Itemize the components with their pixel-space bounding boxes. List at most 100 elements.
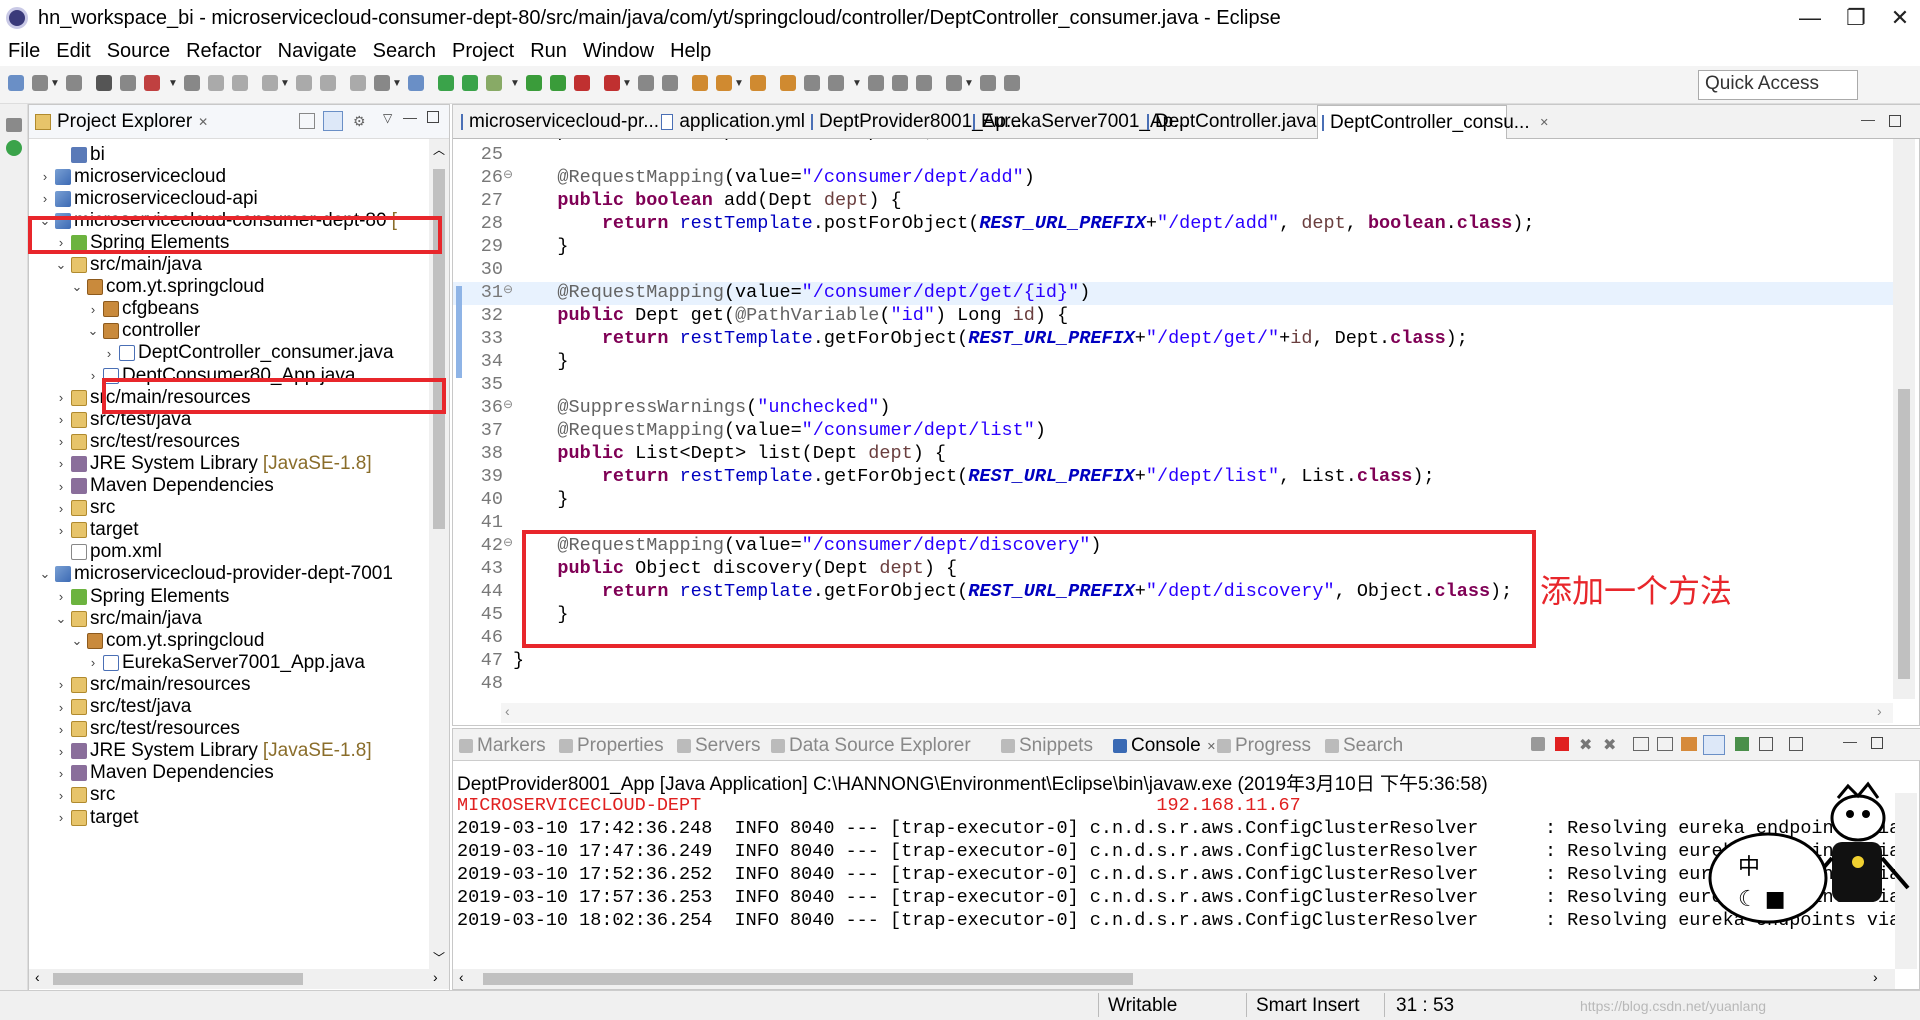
code-line[interactable]: 29 } <box>453 236 1893 259</box>
toolbar-button-icon[interactable] <box>574 75 590 91</box>
toolbar-button-icon[interactable] <box>208 75 224 91</box>
spring-icon[interactable] <box>6 140 22 156</box>
dropdown-arrow-icon[interactable]: ▼ <box>734 78 744 89</box>
expand-toggle-icon[interactable]: › <box>53 810 69 825</box>
code-line[interactable]: 31 ⊖ @RequestMapping(value="/consumer/dep… <box>453 282 1893 305</box>
toolbar-button-icon[interactable] <box>408 75 424 91</box>
filter-icon[interactable]: ⚙ <box>353 113 369 129</box>
code-line[interactable]: 33 return restTemplate.getForObject(REST… <box>453 328 1893 351</box>
clear-console-icon[interactable] <box>1633 737 1649 751</box>
toolbar-button-icon[interactable] <box>66 75 82 91</box>
expand-toggle-icon[interactable]: › <box>37 169 53 184</box>
remove-launch-icon[interactable]: ✖ <box>1579 735 1592 755</box>
scroll-up-icon[interactable]: ︿ <box>433 141 445 158</box>
toolbar-button-icon[interactable] <box>96 75 112 91</box>
code-line[interactable]: 32 public Dept get(@PathVariable("id") L… <box>453 305 1893 328</box>
menu-help[interactable]: Help <box>662 40 719 63</box>
editor-tab[interactable]: EurekaServer7001_Ap... <box>969 105 1189 139</box>
toolbar-button-icon[interactable] <box>144 75 160 91</box>
console-output[interactable]: MICROSERVICECLOUD-DEPT 192.168.11.67 2019… <box>457 793 1897 949</box>
toolbar-button-icon[interactable] <box>486 75 502 91</box>
view-tab-console[interactable]: Console ✕ <box>1113 733 1216 759</box>
toolbar-button-icon[interactable] <box>662 75 678 91</box>
editor-tab[interactable]: DeptController_consu... ✕ <box>1317 105 1549 139</box>
dropdown-arrow-icon[interactable]: ▼ <box>852 78 862 89</box>
code-line[interactable]: 39 return restTemplate.getForObject(REST… <box>453 466 1893 489</box>
toolbar-button-icon[interactable] <box>32 75 48 91</box>
expand-toggle-icon[interactable]: › <box>53 700 69 715</box>
expand-toggle-icon[interactable]: › <box>101 346 117 361</box>
dropdown-arrow-icon[interactable]: ▼ <box>280 78 290 89</box>
quick-access-field[interactable]: Quick Access <box>1698 70 1858 100</box>
expand-toggle-icon[interactable]: ⌄ <box>69 279 85 295</box>
expand-toggle-icon[interactable]: ⌄ <box>53 257 69 273</box>
close-button[interactable]: ✕ <box>1870 0 1920 36</box>
toolbar-button-icon[interactable] <box>232 75 248 91</box>
toolbar-button-icon[interactable] <box>526 75 542 91</box>
dropdown-arrow-icon[interactable]: ▼ <box>168 78 178 89</box>
menu-edit[interactable]: Edit <box>48 40 98 63</box>
expand-toggle-icon[interactable]: › <box>85 655 101 670</box>
dropdown-arrow-icon[interactable]: ▼ <box>622 78 632 89</box>
editor-tab[interactable]: DeptProvider8001_Ap... <box>807 105 1022 139</box>
view-tab-snippets[interactable]: Snippets <box>1001 733 1093 759</box>
menu-run[interactable]: Run <box>522 40 575 63</box>
link-with-editor-icon[interactable] <box>323 111 343 131</box>
editor-tab[interactable]: DeptController.java <box>1143 105 1317 139</box>
scroll-thumb[interactable] <box>1898 389 1910 679</box>
explorer-horizontal-scrollbar[interactable]: ‹ › <box>29 969 449 989</box>
scroll-right-icon[interactable]: › <box>1877 703 1882 719</box>
toolbar-button-icon[interactable] <box>750 75 766 91</box>
word-wrap-icon[interactable] <box>1681 737 1697 751</box>
expand-toggle-icon[interactable]: › <box>53 589 69 604</box>
expand-toggle-icon[interactable]: › <box>53 744 69 759</box>
view-tab-servers[interactable]: Servers <box>677 733 760 759</box>
toolbar-button-icon[interactable] <box>262 75 278 91</box>
view-tab-search[interactable]: Search <box>1325 733 1403 759</box>
stop-icon[interactable] <box>1555 737 1569 751</box>
open-console-icon[interactable] <box>1759 737 1773 751</box>
toolbar-button-icon[interactable] <box>438 75 454 91</box>
expand-toggle-icon[interactable]: › <box>53 434 69 449</box>
menu-window[interactable]: Window <box>575 40 662 63</box>
view-menu-icon[interactable]: ▽ <box>383 111 392 125</box>
menu-refactor[interactable]: Refactor <box>178 40 270 63</box>
expand-toggle-icon[interactable]: ⌄ <box>85 323 101 339</box>
toolbar-button-icon[interactable] <box>980 75 996 91</box>
editor-vertical-scrollbar[interactable] <box>1893 139 1915 699</box>
editor-tab[interactable]: application.yml <box>657 105 805 139</box>
toolbar-button-icon[interactable] <box>828 75 844 91</box>
toolbar-button-icon[interactable] <box>692 75 708 91</box>
expand-toggle-icon[interactable]: › <box>53 788 69 803</box>
restore-icon[interactable] <box>6 118 22 132</box>
scroll-right-icon[interactable]: › <box>433 969 438 985</box>
toolbar-button-icon[interactable] <box>916 75 932 91</box>
expand-toggle-icon[interactable]: › <box>37 191 53 206</box>
minimize-view-icon[interactable]: — <box>1843 733 1857 749</box>
expand-toggle-icon[interactable]: ⌄ <box>53 611 69 627</box>
toolbar-button-icon[interactable] <box>638 75 654 91</box>
expand-toggle-icon[interactable]: ⌄ <box>37 566 53 582</box>
expand-toggle-icon[interactable]: › <box>53 456 69 471</box>
minimize-view-icon[interactable]: — <box>403 109 417 125</box>
menu-file[interactable]: File <box>0 40 48 63</box>
expand-toggle-icon[interactable]: › <box>53 766 69 781</box>
close-tab-icon[interactable]: ✕ <box>1207 740 1216 753</box>
toolbar-button-icon[interactable] <box>1004 75 1020 91</box>
code-line[interactable]: 27 public boolean add(Dept dept) { <box>453 190 1893 213</box>
tree-item[interactable]: › target <box>53 804 139 831</box>
scroll-lock-icon[interactable] <box>1657 737 1673 751</box>
maximize-view-icon[interactable] <box>1871 737 1883 749</box>
toolbar-button-icon[interactable] <box>374 75 390 91</box>
code-line[interactable]: 47} <box>453 650 1893 673</box>
toolbar-button-icon[interactable] <box>804 75 820 91</box>
scroll-left-icon[interactable]: ‹ <box>505 703 510 719</box>
code-line[interactable]: 28 return restTemplate.postForObject(RES… <box>453 213 1893 236</box>
toolbar-button-icon[interactable] <box>320 75 336 91</box>
code-line[interactable]: 48 <box>453 673 1893 696</box>
view-tab-properties[interactable]: Properties <box>559 733 664 759</box>
code-line[interactable]: 36 ⊖ @SuppressWarnings("unchecked") <box>453 397 1893 420</box>
code-line[interactable]: 30 <box>453 259 1893 282</box>
toolbar-button-icon[interactable] <box>462 75 478 91</box>
console-horizontal-scrollbar[interactable]: ‹ › <box>453 969 1895 989</box>
